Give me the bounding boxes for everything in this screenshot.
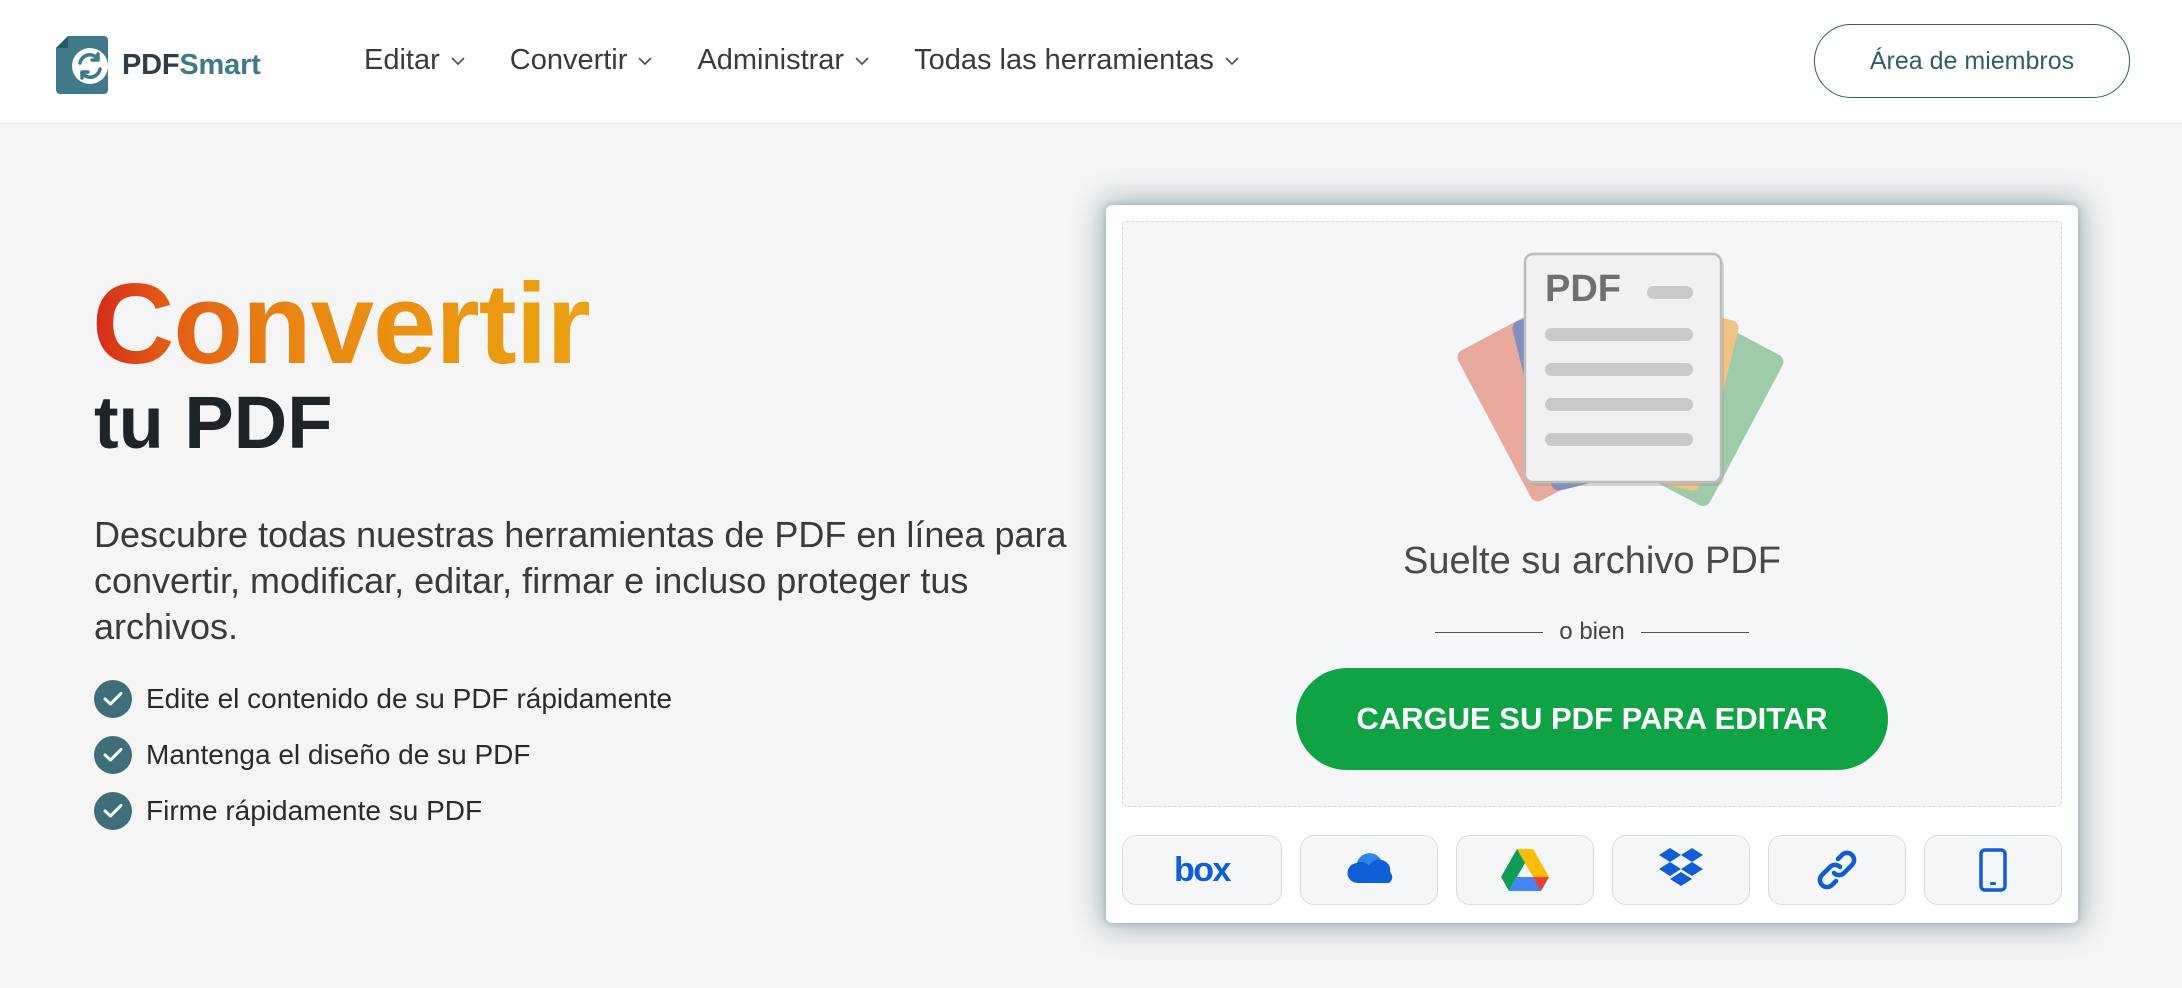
nav-item-label: Todas las herramientas [914,44,1214,76]
pdf-documents-illustration: PDF [1457,252,1784,506]
hero-title-convertir: Convertir [92,261,591,388]
nav-item-label: Convertir [509,44,628,76]
nav-item-todas-las-herramientas[interactable]: Todas las herramientas [914,44,1240,77]
onedrive-icon [1347,853,1393,884]
main-nav: Editar Convertir Administrar Todas las h… [364,44,1240,77]
or-text: o bien [1559,618,1625,645]
chevron-down-icon [855,56,869,65]
mobile-device-icon [1979,848,2007,892]
upload-card: PDF Suelte su archivo PDF o bien CARGUE … [1106,205,2078,923]
logo-wordmark-smart: Smart [179,48,261,81]
upload-sources: box [1122,835,2062,905]
divider-line [1640,631,1749,633]
member-area-button[interactable]: Área de miembros [1814,24,2130,98]
nav-item-administrar[interactable]: Administrar [697,44,870,77]
chevron-down-icon [1225,56,1239,65]
pdfsmart-logo-icon [56,36,108,94]
feature-item: Firme rápidamente su PDF [94,792,672,830]
onedrive-source-button[interactable] [1300,835,1438,905]
drop-zone-title: Suelte su archivo PDF [1402,540,1782,582]
feature-list: Edite el contenido de su PDF rápidamente… [94,680,672,848]
nav-item-label: Editar [364,44,440,76]
pdf-illustration-label: PDF [1545,268,1621,310]
or-divider: o bien [1123,618,2061,646]
pdfsmart-logo[interactable]: PDFSmart [56,36,261,94]
nav-item-editar[interactable]: Editar [364,44,466,77]
nav-item-convertir[interactable]: Convertir [510,44,654,77]
feature-item: Mantenga el diseño de su PDF [94,736,672,774]
box-source-button[interactable]: box [1122,835,1282,905]
hero-title-tu-pdf: tu PDF [94,381,333,464]
google-drive-icon [1501,849,1549,891]
chevron-down-icon [451,56,465,65]
feature-label: Edite el contenido de su PDF rápidamente [146,683,673,714]
nav-item-label: Administrar [697,44,845,76]
upload-pdf-button[interactable]: CARGUE SU PDF PARA EDITAR [1296,668,1888,770]
site-header: PDFSmart Editar Convertir Administrar To… [0,0,2182,124]
link-source-button[interactable] [1768,835,1906,905]
google-drive-source-button[interactable] [1456,835,1594,905]
link-icon [1817,850,1857,890]
feature-item: Edite el contenido de su PDF rápidamente [94,680,672,718]
dropbox-source-button[interactable] [1612,835,1750,905]
dropbox-icon [1659,848,1703,886]
device-source-button[interactable] [1924,835,2062,905]
checkmark-icon [94,736,132,774]
checkmark-icon [94,792,132,830]
divider-line [1435,631,1544,633]
logo-wordmark: PDFSmart [122,49,261,82]
hero-description: Descubre todas nuestras herramientas de … [94,514,1067,647]
box-icon: box [1174,850,1231,889]
feature-label: Mantenga el diseño de su PDF [146,739,531,770]
feature-label: Firme rápidamente su PDF [146,795,483,826]
chevron-down-icon [638,56,653,65]
checkmark-icon [94,680,132,718]
logo-wordmark-pdf: PDF [122,48,180,81]
file-drop-zone[interactable]: PDF Suelte su archivo PDF o bien CARGUE … [1122,221,2062,807]
